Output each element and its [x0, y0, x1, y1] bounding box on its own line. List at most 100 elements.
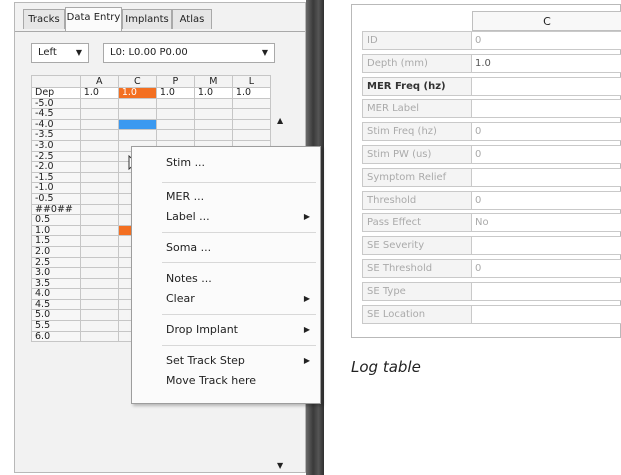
grid-cell[interactable] — [79, 256, 119, 269]
grid-cell[interactable] — [231, 118, 272, 131]
depth-row: Dep 1.0 1.0 1.0 1.0 1.0 — [31, 87, 272, 99]
menu-separator — [162, 262, 316, 263]
grid-cell[interactable] — [79, 288, 119, 300]
grid-cell[interactable] — [193, 129, 233, 141]
grid-cell[interactable] — [117, 129, 157, 141]
side-select[interactable]: Left ▼ — [31, 43, 89, 63]
grid-cell[interactable] — [79, 171, 119, 184]
grid-cell[interactable] — [193, 97, 233, 110]
scroll-up-icon[interactable]: ▲ — [277, 116, 283, 125]
grid-cell[interactable] — [79, 139, 119, 152]
grid-cell[interactable] — [193, 118, 233, 131]
grid-cell[interactable] — [79, 161, 119, 173]
grid-cell[interactable] — [79, 267, 119, 279]
grid-cell[interactable] — [79, 235, 119, 247]
row-header: Dep — [31, 87, 81, 99]
log-row-value[interactable] — [472, 167, 621, 187]
menu-item[interactable]: Clear ▶ — [166, 291, 316, 307]
grid-cell[interactable] — [79, 129, 119, 141]
table-row: -4.5 — [31, 108, 272, 120]
grid-cell[interactable] — [117, 108, 157, 120]
context-menu: Stim ... MER ... Label ... ▶ Soma ... Notes .… — [131, 146, 321, 404]
log-row-value[interactable]: No — [472, 213, 621, 233]
depth-cell[interactable]: 1.0 — [193, 87, 233, 99]
location-select[interactable]: L0: L0.00 P0.00 ▼ — [103, 43, 275, 63]
depth-cell[interactable]: 1.0 — [155, 87, 195, 99]
grid-cell[interactable] — [155, 129, 195, 141]
grid-corner — [31, 75, 81, 88]
grid-cell[interactable] — [79, 203, 119, 216]
grid-cell[interactable] — [79, 320, 119, 332]
grid-cell[interactable] — [155, 108, 195, 120]
table-row: -4.0 — [31, 118, 272, 131]
depth-cell[interactable]: 1.0 — [231, 87, 272, 99]
log-row: MER Label — [362, 99, 621, 119]
menu-item[interactable]: Move Track here — [166, 373, 316, 389]
log-row-value[interactable]: 0 — [472, 190, 621, 210]
log-row: SE Severity — [362, 236, 621, 256]
grid-cell[interactable] — [79, 298, 119, 311]
side-select-value: Left — [38, 47, 57, 58]
grid-cell[interactable] — [79, 277, 119, 290]
grid-cell[interactable] — [79, 330, 119, 343]
column-header: P — [155, 75, 195, 88]
log-row: Symptom Relief — [362, 167, 621, 187]
menu-item[interactable]: MER ... — [166, 189, 316, 205]
tab-data-entry[interactable]: Data Entry — [65, 7, 122, 31]
grid-cell[interactable] — [79, 224, 119, 237]
grid-cell[interactable] — [117, 118, 157, 131]
row-header: -3.5 — [31, 129, 81, 141]
row-header: 4.0 — [31, 288, 81, 300]
grid-cell[interactable] — [231, 97, 272, 110]
row-header: 2.5 — [31, 256, 81, 269]
log-row-value[interactable]: 1.0 — [472, 53, 621, 73]
log-row-value[interactable] — [472, 281, 621, 301]
grid-cell[interactable] — [231, 129, 272, 141]
tab-atlas[interactable]: Atlas — [172, 9, 212, 29]
grid-cell[interactable] — [79, 245, 119, 258]
grid-cell[interactable] — [79, 182, 119, 194]
log-row-value[interactable] — [472, 76, 621, 96]
tab-implants[interactable]: Implants — [122, 9, 172, 29]
menu-item[interactable]: Drop Implant ▶ — [166, 322, 316, 338]
grid-cell[interactable] — [79, 192, 119, 205]
menu-item-label: Stim ... — [166, 156, 206, 169]
grid-cell[interactable] — [117, 97, 157, 110]
grid-cell[interactable] — [193, 108, 233, 120]
row-header: -1.5 — [31, 171, 81, 184]
log-row-value[interactable]: 0 — [472, 259, 621, 278]
log-row-value[interactable]: 0 — [472, 31, 621, 50]
grid-cell[interactable] — [79, 214, 119, 226]
menu-separator — [162, 232, 316, 233]
grid-cell[interactable] — [79, 108, 119, 120]
tab-divider — [15, 31, 305, 32]
menu-item[interactable]: Set Track Step ▶ — [166, 353, 316, 369]
menu-item[interactable]: Soma ... — [166, 240, 316, 256]
log-row-value[interactable] — [472, 236, 621, 256]
depth-cell[interactable]: 1.0 — [79, 87, 119, 99]
log-row-label: Symptom Relief — [362, 167, 472, 187]
scroll-down-icon[interactable]: ▼ — [277, 461, 283, 470]
tab-tracks[interactable]: Tracks — [23, 9, 65, 29]
menu-item[interactable]: Notes ... — [166, 271, 316, 287]
menu-item-label: Soma ... — [166, 241, 212, 254]
grid-cell[interactable] — [155, 97, 195, 110]
table-row: -5.0 — [31, 97, 272, 110]
grid-cell[interactable] — [79, 118, 119, 131]
grid-cell[interactable] — [79, 97, 119, 110]
log-row-value[interactable] — [472, 304, 621, 324]
log-row-value[interactable]: 0 — [472, 122, 621, 142]
log-row-value[interactable]: 0 — [472, 145, 621, 164]
grid-cell[interactable] — [231, 108, 272, 120]
depth-cell[interactable]: 1.0 — [117, 87, 157, 99]
menu-item[interactable]: Stim ... — [166, 155, 316, 171]
grid-cell[interactable] — [155, 118, 195, 131]
row-header: -1.0 — [31, 182, 81, 194]
column-header: A — [79, 75, 119, 88]
row-header: ##0## — [31, 203, 81, 216]
grid-cell[interactable] — [79, 150, 119, 163]
grid-cell[interactable] — [79, 309, 119, 322]
chevron-right-icon: ▶ — [303, 294, 310, 303]
log-row-value[interactable] — [472, 99, 621, 119]
menu-item[interactable]: Label ... ▶ — [166, 209, 316, 225]
